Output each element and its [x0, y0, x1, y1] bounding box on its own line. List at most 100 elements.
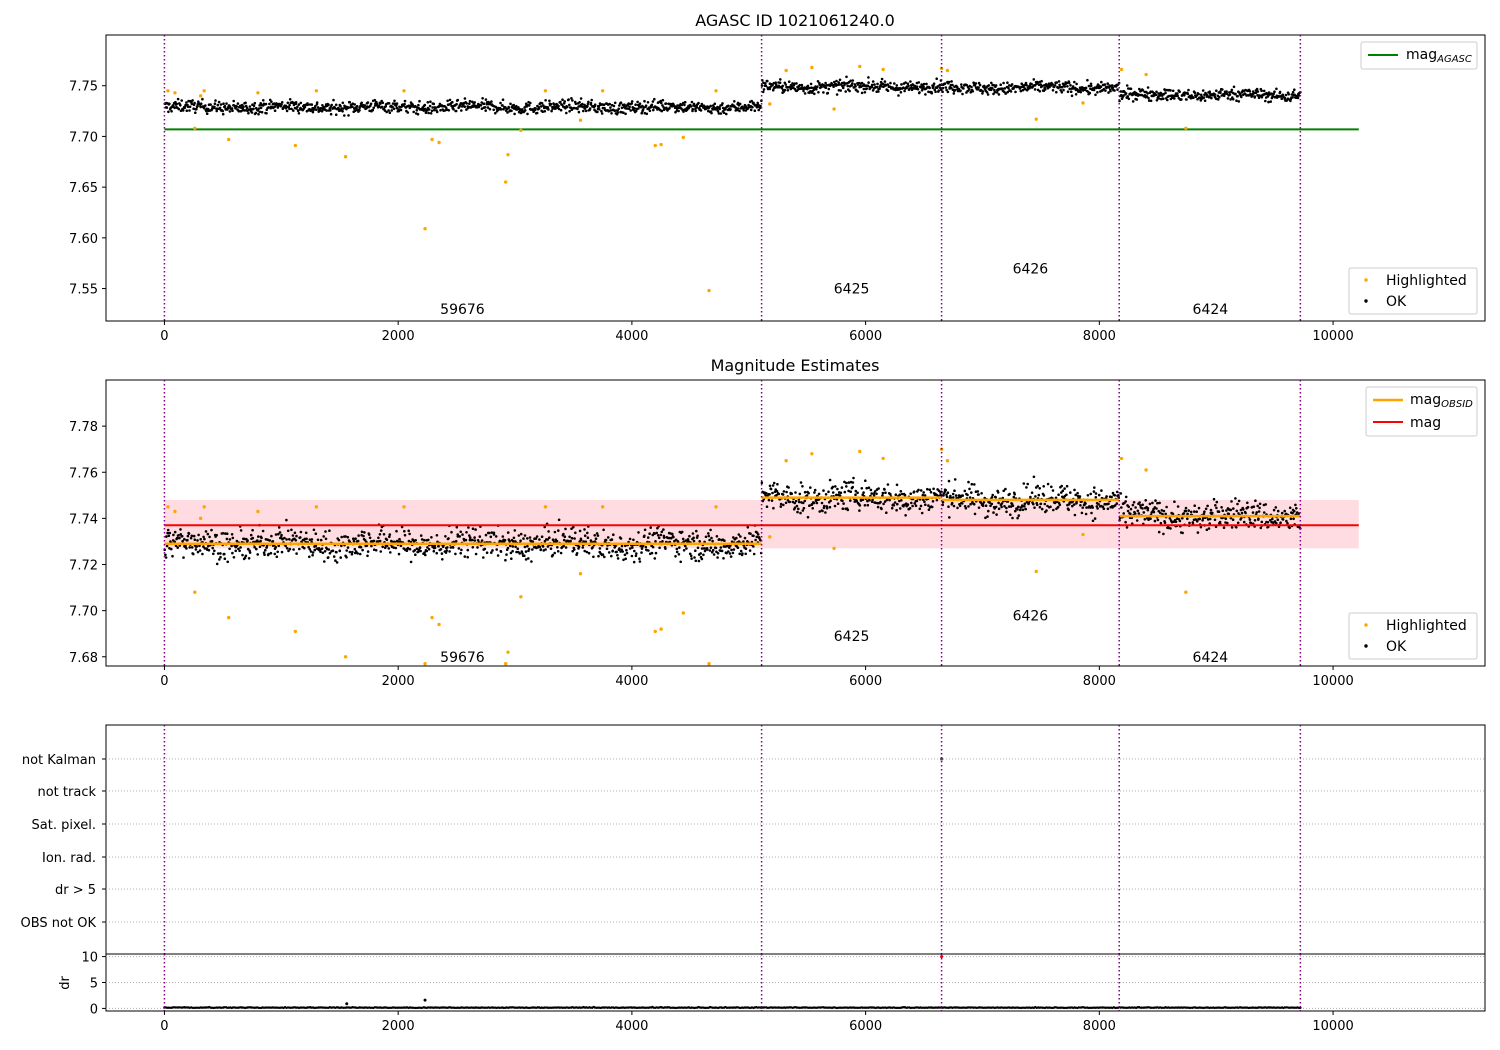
panel-magnitude-estimates: Magnitude Estimates 59676 6425 6426 6424 0 20…: [69, 356, 1486, 689]
legend-highlighted-label: Highlighted: [1386, 618, 1467, 634]
highlighted-point: [343, 655, 348, 659]
flag-category-label: dr > 5: [55, 883, 96, 898]
x-tick-label: 8000: [1083, 674, 1116, 689]
highlighted-point: [600, 505, 605, 509]
highlighted-point: [430, 137, 434, 142]
highlighted-point: [653, 629, 657, 634]
flag-category-label: Sat. pixel.: [32, 818, 96, 833]
y-tick-label: 7.76: [69, 466, 98, 481]
x-tick-label: 6000: [849, 329, 882, 344]
highlighted-point: [423, 227, 427, 231]
highlighted-point: [1034, 117, 1038, 121]
highlighted-point: [503, 661, 508, 666]
x-tick-label: 4000: [615, 674, 648, 689]
obsid-label: 59676: [440, 302, 485, 318]
panel-1-title: AGASC ID 1021061240.0: [695, 11, 895, 30]
x-tick-label: 4000: [615, 1019, 648, 1034]
highlighted-point: [227, 615, 231, 620]
highlighted-point: [707, 288, 711, 293]
y-tick-label: 7.70: [69, 605, 98, 620]
highlighted-point: [198, 516, 203, 521]
highlighted-point: [543, 505, 548, 509]
highlighted-point: [832, 546, 836, 551]
highlighted-point: [503, 180, 508, 184]
highlighted-point: [768, 535, 772, 539]
obsid-label: 6425: [834, 282, 870, 298]
legend-highlighted-marker: [1364, 623, 1368, 627]
highlighted-point: [1081, 101, 1085, 105]
highlighted-point: [784, 68, 788, 73]
highlighted-point: [519, 128, 523, 133]
obsid-label: 6426: [1013, 261, 1049, 277]
legend-agasc-label-sub: AGASC: [1436, 54, 1472, 65]
legend-ok-label: OK: [1386, 639, 1407, 655]
y-tick-label: 7.70: [69, 130, 98, 145]
legend-ok-label: OK: [1386, 294, 1407, 310]
highlighted-point: [314, 89, 319, 93]
x-tick-label: 2000: [382, 329, 415, 344]
obsid-label: 6425: [834, 629, 870, 645]
dr-ylabel: dr: [58, 976, 73, 990]
highlighted-point: [681, 611, 686, 615]
dr-outlier-point: [940, 955, 944, 959]
y-tick-label: 0: [90, 1002, 98, 1017]
highlighted-point: [430, 615, 434, 620]
axes-frame-3: [105, 724, 1486, 955]
ok-points: [163, 75, 1302, 117]
highlighted-point: [881, 456, 885, 461]
highlighted-point: [1119, 456, 1124, 461]
highlighted-point: [600, 89, 605, 93]
highlighted-point: [945, 68, 950, 73]
dr-outlier-point: [345, 1002, 349, 1006]
highlighted-point: [784, 459, 788, 463]
x-tick-label: 2000: [382, 1019, 415, 1034]
x-tick-label: 10000: [1312, 1019, 1353, 1034]
highlighted-point: [1034, 569, 1038, 574]
highlighted-point: [202, 89, 206, 93]
highlighted-point: [256, 91, 260, 95]
flag-category-label: OBS not OK: [21, 916, 97, 931]
axes-frame-4: [105, 953, 1486, 1012]
highlighted-point: [402, 89, 406, 93]
legend-ok-marker: [1364, 299, 1368, 303]
highlighted-point: [437, 622, 441, 627]
highlighted-point: [714, 89, 718, 93]
highlighted-point: [1081, 532, 1085, 537]
x-tick-label: 0: [160, 1019, 168, 1034]
x-tick-label: 10000: [1312, 329, 1353, 344]
highlighted-point: [506, 650, 510, 654]
x-tick-label: 6000: [849, 674, 882, 689]
highlighted-point: [193, 590, 197, 594]
highlighted-point: [293, 143, 298, 148]
highlighted-point: [832, 107, 836, 111]
highlighted-point: [402, 505, 406, 509]
x-tick-label: 10000: [1312, 674, 1353, 689]
highlighted-point: [519, 595, 523, 599]
y-tick-label: 7.55: [69, 283, 98, 298]
y-tick-label: 7.68: [69, 651, 98, 666]
highlighted-point: [768, 102, 772, 106]
dr-points: [163, 1005, 1302, 1010]
y-tick-label: 7.65: [69, 181, 98, 196]
highlighted-point: [1184, 590, 1188, 594]
highlighted-point: [343, 155, 348, 159]
highlighted-point: [707, 661, 711, 666]
highlighted-point: [659, 627, 663, 631]
flag-category-label: Ion. rad.: [42, 851, 96, 866]
highlighted-point: [256, 509, 260, 514]
highlighted-point: [881, 67, 885, 72]
highlighted-point: [202, 505, 206, 509]
highlighted-point: [1184, 126, 1188, 131]
highlighted-point: [314, 505, 319, 509]
y-tick-label: 5: [90, 977, 98, 992]
x-tick-label: 8000: [1083, 329, 1116, 344]
highlighted-point: [858, 449, 862, 454]
highlighted-point: [423, 661, 427, 666]
highlighted-point: [173, 91, 177, 95]
obsid-label: 6426: [1013, 608, 1049, 624]
x-tick-label: 6000: [849, 1019, 882, 1034]
flag-category-label: not track: [37, 785, 96, 800]
highlighted-point: [810, 452, 814, 456]
x-tick-label: 8000: [1083, 1019, 1116, 1034]
highlighted-point: [293, 629, 298, 634]
